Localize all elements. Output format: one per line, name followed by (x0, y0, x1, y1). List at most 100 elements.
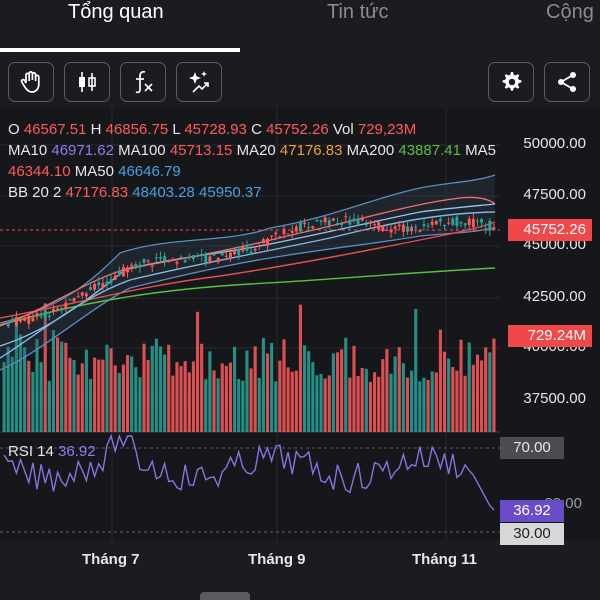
candle-body (241, 246, 245, 252)
candle-body (451, 218, 455, 226)
candle-body (430, 221, 434, 225)
volume-bar (331, 353, 335, 432)
candle-body (60, 307, 64, 310)
tab-bar: Tổng quan Tin tức Cộng (0, 0, 600, 52)
candle-body (146, 260, 150, 262)
volume-bar (467, 342, 471, 432)
candle-body (130, 264, 134, 267)
low-label: L (172, 121, 181, 138)
candle-body (257, 245, 261, 247)
volume-bar (257, 377, 261, 432)
volume-bar (2, 362, 6, 432)
tab-overview[interactable]: Tổng quan (68, 0, 164, 24)
volume-bar (278, 360, 282, 432)
volume-bar (327, 375, 331, 432)
candle-body (154, 257, 158, 259)
chart-scroll-handle[interactable] (200, 592, 250, 600)
candle-body (233, 250, 237, 255)
ma5-label: MA5 (465, 142, 496, 159)
ma10-label: MA10 (8, 142, 48, 159)
price-axis-label: 37500.00 (523, 390, 586, 407)
volume-bar (348, 377, 352, 432)
candle-body (113, 275, 117, 281)
price-chart[interactable]: O 46567.51 H 46856.75 L 45728.93 C 45752… (0, 108, 600, 545)
ma100-value: 45713.15 (169, 142, 233, 159)
chart-type-button[interactable] (64, 62, 110, 102)
volume-bar (93, 357, 97, 432)
candle-body (438, 218, 442, 222)
volume-bar (307, 351, 311, 432)
sparkle-icon (189, 71, 209, 93)
candle-body (14, 317, 18, 326)
settings-button[interactable] (488, 62, 534, 102)
rsi-lower-tag: 30.00 (500, 523, 564, 545)
volume-bar (212, 370, 216, 432)
candle-body (245, 245, 249, 251)
candle-body (360, 218, 364, 221)
candle-body (6, 323, 10, 327)
volume-bar (447, 358, 451, 432)
volume-bar (418, 381, 422, 432)
rsi-legend: RSI 14 36.92 (8, 443, 96, 460)
candle-body (480, 219, 484, 223)
volume-bar (138, 377, 142, 432)
volume-bar (23, 347, 27, 432)
candle-body (393, 226, 397, 229)
volume-bar (393, 356, 397, 432)
volume-bar (484, 347, 488, 432)
rsi-current-tag: 36.92 (500, 500, 564, 522)
share-button[interactable] (544, 62, 590, 102)
candle-body (373, 224, 377, 226)
high-value: 46856.75 (105, 121, 169, 138)
volume-bar (109, 348, 113, 432)
rsi-label: RSI 14 (8, 443, 54, 460)
volume-bar (195, 311, 200, 432)
candle-body (266, 238, 269, 246)
candle-body (23, 317, 27, 321)
volume-bar (249, 368, 253, 432)
open-label: O (8, 121, 20, 138)
ai-analysis-button[interactable] (176, 62, 222, 102)
volume-bar (298, 304, 303, 432)
volume-bar (455, 370, 459, 432)
candle-body (109, 279, 113, 284)
candle-body (167, 260, 171, 262)
volume-bar (410, 370, 414, 432)
indicators-button[interactable] (120, 62, 166, 102)
volume-bar (39, 362, 43, 432)
time-axis-label: Tháng 9 (248, 551, 306, 568)
candle-body (274, 232, 278, 235)
volume-bar (171, 375, 175, 432)
candle-body (397, 224, 401, 227)
candle-body (216, 257, 220, 263)
candle-body (224, 255, 228, 257)
volume-bar (228, 362, 233, 432)
hand-tool-button[interactable] (8, 62, 54, 102)
candle-body (364, 224, 368, 226)
candle-body (89, 287, 92, 290)
candle-body (183, 260, 187, 263)
volume-bar (274, 381, 278, 432)
close-value: 45752.26 (266, 121, 329, 138)
candle-body (381, 226, 385, 232)
volume-bar (389, 373, 393, 432)
ma50-label: MA50 (74, 163, 114, 180)
volume-bar (438, 329, 442, 432)
tab-community[interactable]: Cộng (546, 0, 594, 24)
ma50-value: 46646.79 (118, 163, 181, 180)
volume-bar (191, 361, 195, 432)
tab-news[interactable]: Tin tức (327, 0, 389, 24)
volume-label: Vol (332, 121, 354, 138)
candle-body (471, 218, 475, 228)
volume-bar (401, 363, 405, 432)
volume-bar (261, 337, 265, 432)
candle-body (47, 316, 51, 318)
volume-bar (311, 362, 315, 432)
candle-body (352, 218, 356, 220)
volume-bar (179, 366, 183, 432)
candle-body (278, 236, 282, 238)
volume-bar (241, 380, 245, 432)
volume-bar (134, 367, 138, 432)
gear-icon (502, 72, 522, 91)
volume-bar (84, 349, 88, 432)
